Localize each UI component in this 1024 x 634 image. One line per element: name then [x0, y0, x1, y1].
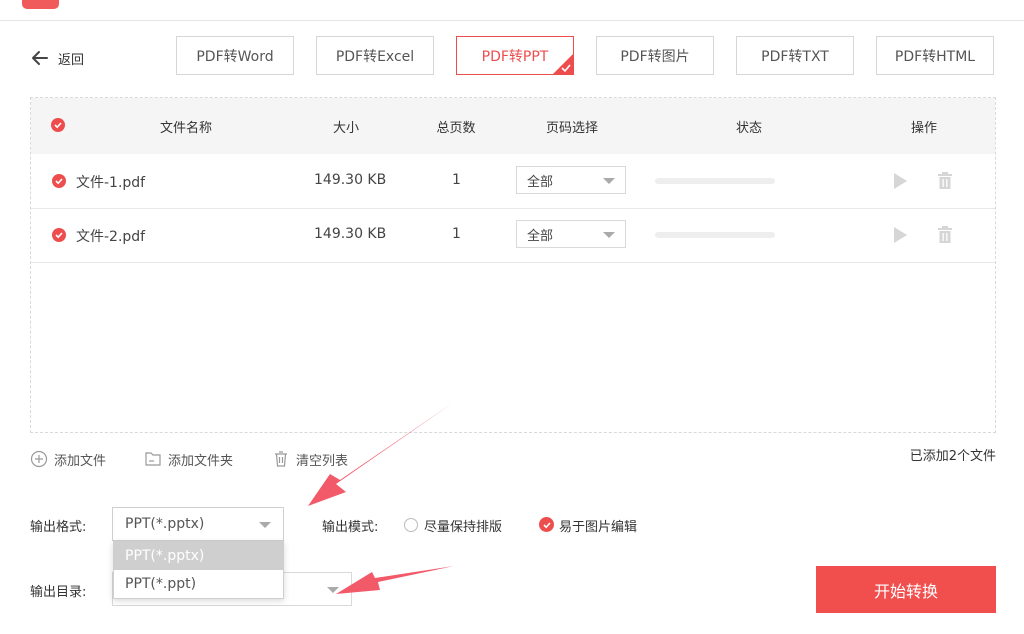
mode-option-image-edit[interactable]: 易于图片编辑: [559, 516, 637, 535]
annotation-arrow-icon: [336, 566, 454, 594]
mode-option-keep-layout[interactable]: 尽量保持排版: [424, 516, 502, 535]
column-header-pages: 总页数: [436, 121, 476, 136]
clear-list-label: 清空列表: [296, 453, 349, 469]
page-select-value: 全部: [527, 228, 554, 244]
back-label: 返回: [58, 52, 85, 68]
row-checkbox[interactable]: [52, 174, 66, 188]
file-name: 文件-2.pdf: [76, 229, 146, 245]
output-format-select[interactable]: PPT(*.pptx): [112, 507, 284, 541]
format-option-ppt[interactable]: PPT(*.ppt): [114, 570, 283, 598]
mode-radio-keep-layout[interactable]: [404, 518, 418, 532]
caret-down-icon: [327, 587, 339, 593]
file-size: 149.30 KB: [314, 172, 387, 188]
add-file-button[interactable]: 添加文件: [30, 449, 106, 469]
column-header-actions: 操作: [910, 121, 937, 136]
check-icon: [55, 232, 63, 239]
output-format-label: 输出格式:: [30, 520, 87, 535]
check-icon: [55, 178, 63, 185]
tab-label: PDF转图片: [620, 48, 690, 65]
check-icon: [54, 122, 62, 129]
tab-pdf-to-excel[interactable]: PDF转Excel: [316, 36, 434, 75]
mode-radio-image-edit[interactable]: [539, 517, 554, 532]
clear-list-button[interactable]: 清空列表: [272, 449, 348, 469]
start-convert-button[interactable]: 开始转换: [816, 566, 996, 613]
page-select-dropdown[interactable]: 全部: [516, 220, 626, 248]
column-header-page-select: 页码选择: [545, 121, 598, 136]
check-icon: [542, 521, 551, 528]
play-icon[interactable]: [892, 226, 908, 244]
add-file-label: 添加文件: [54, 453, 107, 469]
tab-label: PDF转PPT: [481, 48, 549, 65]
tab-pdf-to-txt[interactable]: PDF转TXT: [736, 36, 854, 75]
trash-icon[interactable]: [937, 172, 953, 190]
app-logo: [22, 0, 59, 9]
tab-pdf-to-image[interactable]: PDF转图片: [596, 36, 714, 75]
select-all-checkbox[interactable]: [51, 118, 65, 132]
tab-pdf-to-html[interactable]: PDF转HTML: [876, 36, 994, 75]
title-bar: [0, 0, 1024, 21]
trash-icon[interactable]: [937, 226, 953, 244]
column-header-name: 文件名称: [159, 121, 212, 136]
file-count-text: 已添加2个文件: [909, 449, 996, 464]
progress-bar: [655, 232, 775, 238]
tab-label: PDF转Word: [196, 48, 274, 65]
caret-down-icon: [603, 178, 615, 184]
output-format-value: PPT(*.pptx): [125, 516, 205, 532]
caret-down-icon: [603, 232, 615, 238]
page-select-dropdown[interactable]: 全部: [516, 166, 626, 194]
folder-icon: [145, 452, 161, 466]
file-pages: 1: [452, 226, 461, 242]
format-dropdown-list: PPT(*.pptx) PPT(*.ppt): [113, 541, 284, 599]
tab-pdf-to-ppt[interactable]: PDF转PPT: [456, 36, 574, 75]
tab-label: PDF转HTML: [894, 48, 976, 65]
column-header-status: 状态: [735, 121, 762, 136]
file-name: 文件-1.pdf: [76, 175, 146, 191]
tab-pdf-to-word[interactable]: PDF转Word: [176, 36, 294, 75]
output-mode-label: 输出模式:: [322, 520, 379, 535]
format-option-pptx[interactable]: PPT(*.pptx): [114, 542, 283, 570]
tab-label: PDF转Excel: [335, 48, 415, 65]
column-header-size: 大小: [332, 121, 359, 136]
add-folder-button[interactable]: 添加文件夹: [144, 449, 233, 469]
page-select-value: 全部: [527, 174, 554, 190]
tab-label: PDF转TXT: [761, 48, 829, 65]
arrow-left-icon: [32, 51, 48, 65]
output-dir-label: 输出目录:: [30, 585, 87, 600]
progress-bar: [655, 178, 775, 184]
row-checkbox[interactable]: [52, 228, 66, 242]
add-folder-label: 添加文件夹: [168, 453, 234, 469]
row-divider: [31, 262, 995, 263]
check-icon: [561, 64, 571, 73]
back-button[interactable]: 返回: [30, 46, 84, 70]
trash-outline-icon: [275, 451, 287, 467]
plus-circle-icon: [30, 450, 48, 468]
file-size: 149.30 KB: [314, 226, 387, 242]
play-icon[interactable]: [892, 172, 908, 190]
file-pages: 1: [452, 172, 461, 188]
caret-down-icon: [259, 522, 271, 528]
row-divider: [31, 208, 995, 209]
